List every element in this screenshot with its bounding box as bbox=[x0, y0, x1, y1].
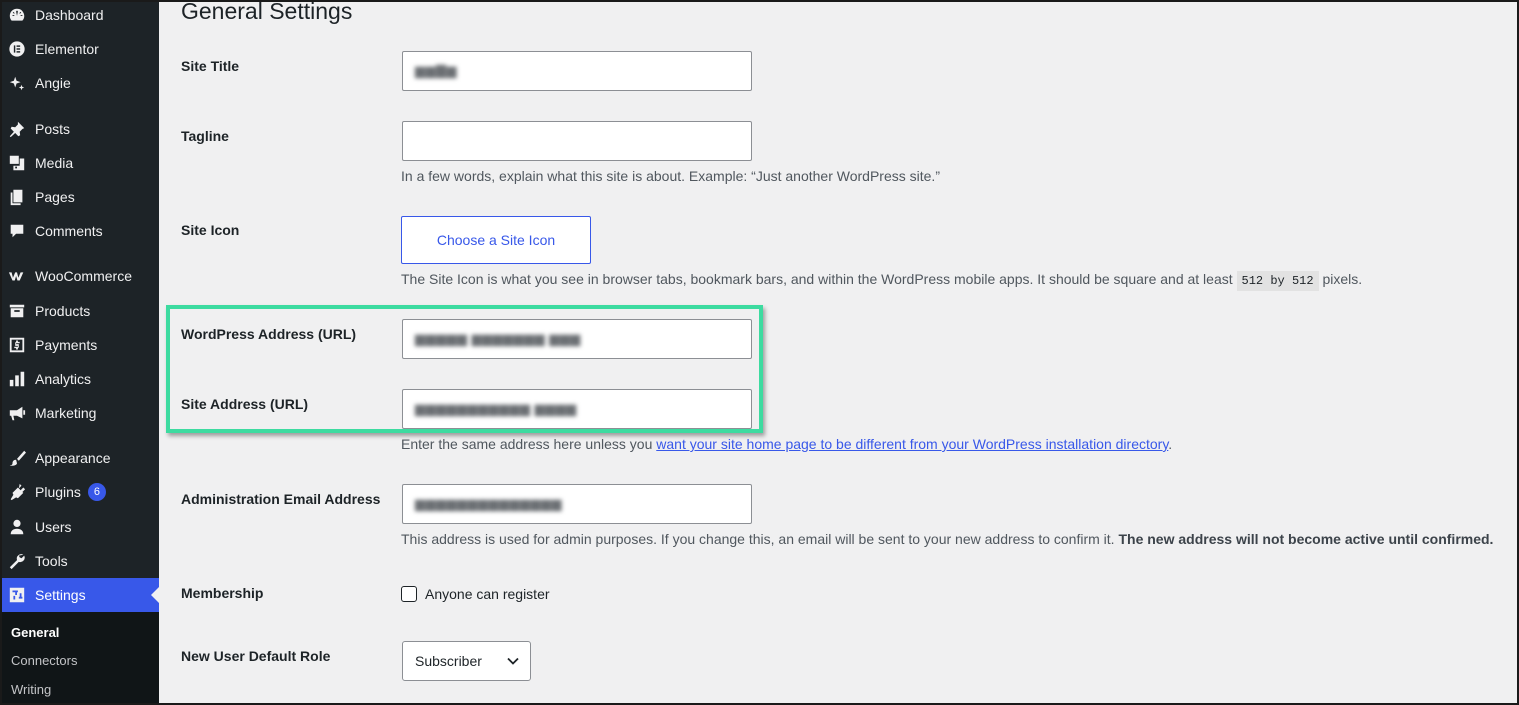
menu-item-products[interactable]: Products bbox=[0, 294, 159, 328]
menu-item-posts[interactable]: Posts bbox=[0, 112, 159, 146]
tagline-label: Tagline bbox=[181, 128, 229, 144]
site-address-label: Site Address (URL) bbox=[181, 396, 309, 412]
plugin-icon bbox=[7, 482, 27, 502]
menu-label: WooCommerce bbox=[35, 268, 132, 284]
wp-address-label: WordPress Address (URL) bbox=[181, 326, 357, 342]
archive-icon bbox=[7, 301, 27, 321]
tagline-input[interactable] bbox=[402, 121, 752, 161]
menu-item-angie[interactable]: Angie bbox=[0, 66, 159, 100]
menu-item-dashboard[interactable]: Dashboard bbox=[0, 0, 159, 32]
tagline-description: In a few words, explain what this site i… bbox=[401, 168, 940, 184]
menu-item-pages[interactable]: Pages bbox=[0, 180, 159, 214]
settings-content: General Settings Site Title ▆▆▇▆ Tagline… bbox=[159, 0, 1519, 705]
menu-label: Tools bbox=[35, 553, 68, 569]
media-icon bbox=[7, 153, 27, 173]
menu-label: Media bbox=[35, 155, 74, 171]
blurred-value: ▆▆▆▆▆▆▆▆▆▆▆▆▆▆ bbox=[415, 496, 562, 511]
submenu-item-writing[interactable]: Writing bbox=[11, 682, 51, 697]
menu-item-payments[interactable]: Payments bbox=[0, 328, 159, 362]
menu-item-woocommerce[interactable]: WooCommerce bbox=[0, 259, 159, 293]
menu-item-comments[interactable]: Comments bbox=[0, 214, 159, 248]
submenu-item-connectors[interactable]: Connectors bbox=[11, 653, 77, 668]
menu-label: Products bbox=[35, 303, 91, 319]
blurred-value: ▆▆▆▆▆▆▆▆▆▆▆ ▆▆▆▆ bbox=[415, 401, 577, 416]
wp-address-input[interactable]: ▆▆▆▆▆ ▆▆▆▆▆▆▆ ▆▆▆ bbox=[402, 319, 752, 359]
menu-label: Payments bbox=[35, 337, 98, 353]
admin-email-input[interactable]: ▆▆▆▆▆▆▆▆▆▆▆▆▆▆ bbox=[402, 484, 752, 524]
blurred-value: ▆▆▇▆ bbox=[415, 63, 457, 78]
membership-label: Membership bbox=[181, 585, 264, 601]
anyone-can-register-checkbox[interactable] bbox=[401, 586, 417, 602]
anyone-can-register-label[interactable]: Anyone can register bbox=[425, 586, 550, 602]
paintbrush-icon bbox=[7, 448, 27, 468]
chevron-down-icon bbox=[507, 657, 519, 665]
menu-label: Pages bbox=[35, 189, 75, 205]
size-code: 512 by 512 bbox=[1236, 271, 1319, 291]
woocommerce-icon bbox=[7, 266, 27, 286]
different-directory-link[interactable]: want your site home page to be different… bbox=[656, 436, 1168, 452]
menu-item-settings[interactable]: Settings bbox=[0, 578, 159, 612]
menu-item-analytics[interactable]: Analytics bbox=[0, 362, 159, 396]
default-role-label: New User Default Role bbox=[181, 648, 331, 664]
menu-item-elementor[interactable]: Elementor bbox=[0, 32, 159, 66]
menu-label: Posts bbox=[35, 121, 71, 137]
site-title-input[interactable]: ▆▆▇▆ bbox=[402, 51, 752, 91]
dollar-icon bbox=[7, 335, 27, 355]
menu-label: Elementor bbox=[35, 41, 99, 57]
menu-label: Dashboard bbox=[35, 7, 104, 23]
menu-label: Angie bbox=[35, 75, 71, 91]
choose-site-icon-button[interactable]: Choose a Site Icon bbox=[401, 216, 591, 264]
blurred-value: ▆▆▆▆▆ ▆▆▆▆▆▆▆ ▆▆▆ bbox=[415, 331, 581, 346]
dashboard-icon bbox=[7, 5, 27, 25]
menu-label: Analytics bbox=[35, 371, 92, 387]
menu-item-media[interactable]: Media bbox=[0, 146, 159, 180]
admin-email-description: This address is used for admin purposes.… bbox=[401, 531, 1494, 547]
menu-item-plugins[interactable]: Plugins 6 bbox=[0, 475, 159, 509]
menu-label: Settings bbox=[35, 587, 86, 603]
menu-label: Appearance bbox=[35, 450, 111, 466]
site-icon-label: Site Icon bbox=[181, 222, 240, 238]
elementor-icon bbox=[7, 39, 27, 59]
sparkle-icon bbox=[7, 73, 27, 93]
default-role-value: Subscriber bbox=[415, 653, 482, 669]
megaphone-icon bbox=[7, 403, 27, 423]
wrench-icon bbox=[7, 551, 27, 571]
pin-icon bbox=[7, 119, 27, 139]
submenu-item-general[interactable]: General bbox=[11, 625, 59, 640]
site-address-description: Enter the same address here unless you w… bbox=[401, 436, 1173, 452]
settings-submenu: General Connectors Writing bbox=[0, 612, 159, 705]
bar-chart-icon bbox=[7, 369, 27, 389]
site-address-input[interactable]: ▆▆▆▆▆▆▆▆▆▆▆ ▆▆▆▆ bbox=[402, 389, 752, 429]
menu-item-marketing[interactable]: Marketing bbox=[0, 396, 159, 430]
menu-label: Marketing bbox=[35, 405, 97, 421]
site-icon-description: The Site Icon is what you see in browser… bbox=[401, 271, 1362, 291]
menu-item-users[interactable]: Users bbox=[0, 510, 159, 544]
update-count-badge: 6 bbox=[87, 483, 106, 501]
admin-email-label: Administration Email Address bbox=[181, 491, 381, 507]
page-title: General Settings bbox=[181, 0, 353, 24]
comment-icon bbox=[7, 221, 27, 241]
default-role-select[interactable]: Subscriber bbox=[402, 641, 531, 681]
menu-label: Comments bbox=[35, 223, 103, 239]
user-icon bbox=[7, 517, 27, 537]
pages-icon bbox=[7, 187, 27, 207]
site-title-label: Site Title bbox=[181, 58, 240, 74]
menu-item-appearance[interactable]: Appearance bbox=[0, 441, 159, 475]
settings-icon bbox=[7, 585, 27, 605]
menu-label: Users bbox=[35, 519, 72, 535]
admin-sidebar: Dashboard Elementor Angie Posts Media Pa… bbox=[0, 0, 159, 705]
menu-label: Plugins bbox=[35, 484, 81, 500]
menu-item-tools[interactable]: Tools bbox=[0, 544, 159, 578]
